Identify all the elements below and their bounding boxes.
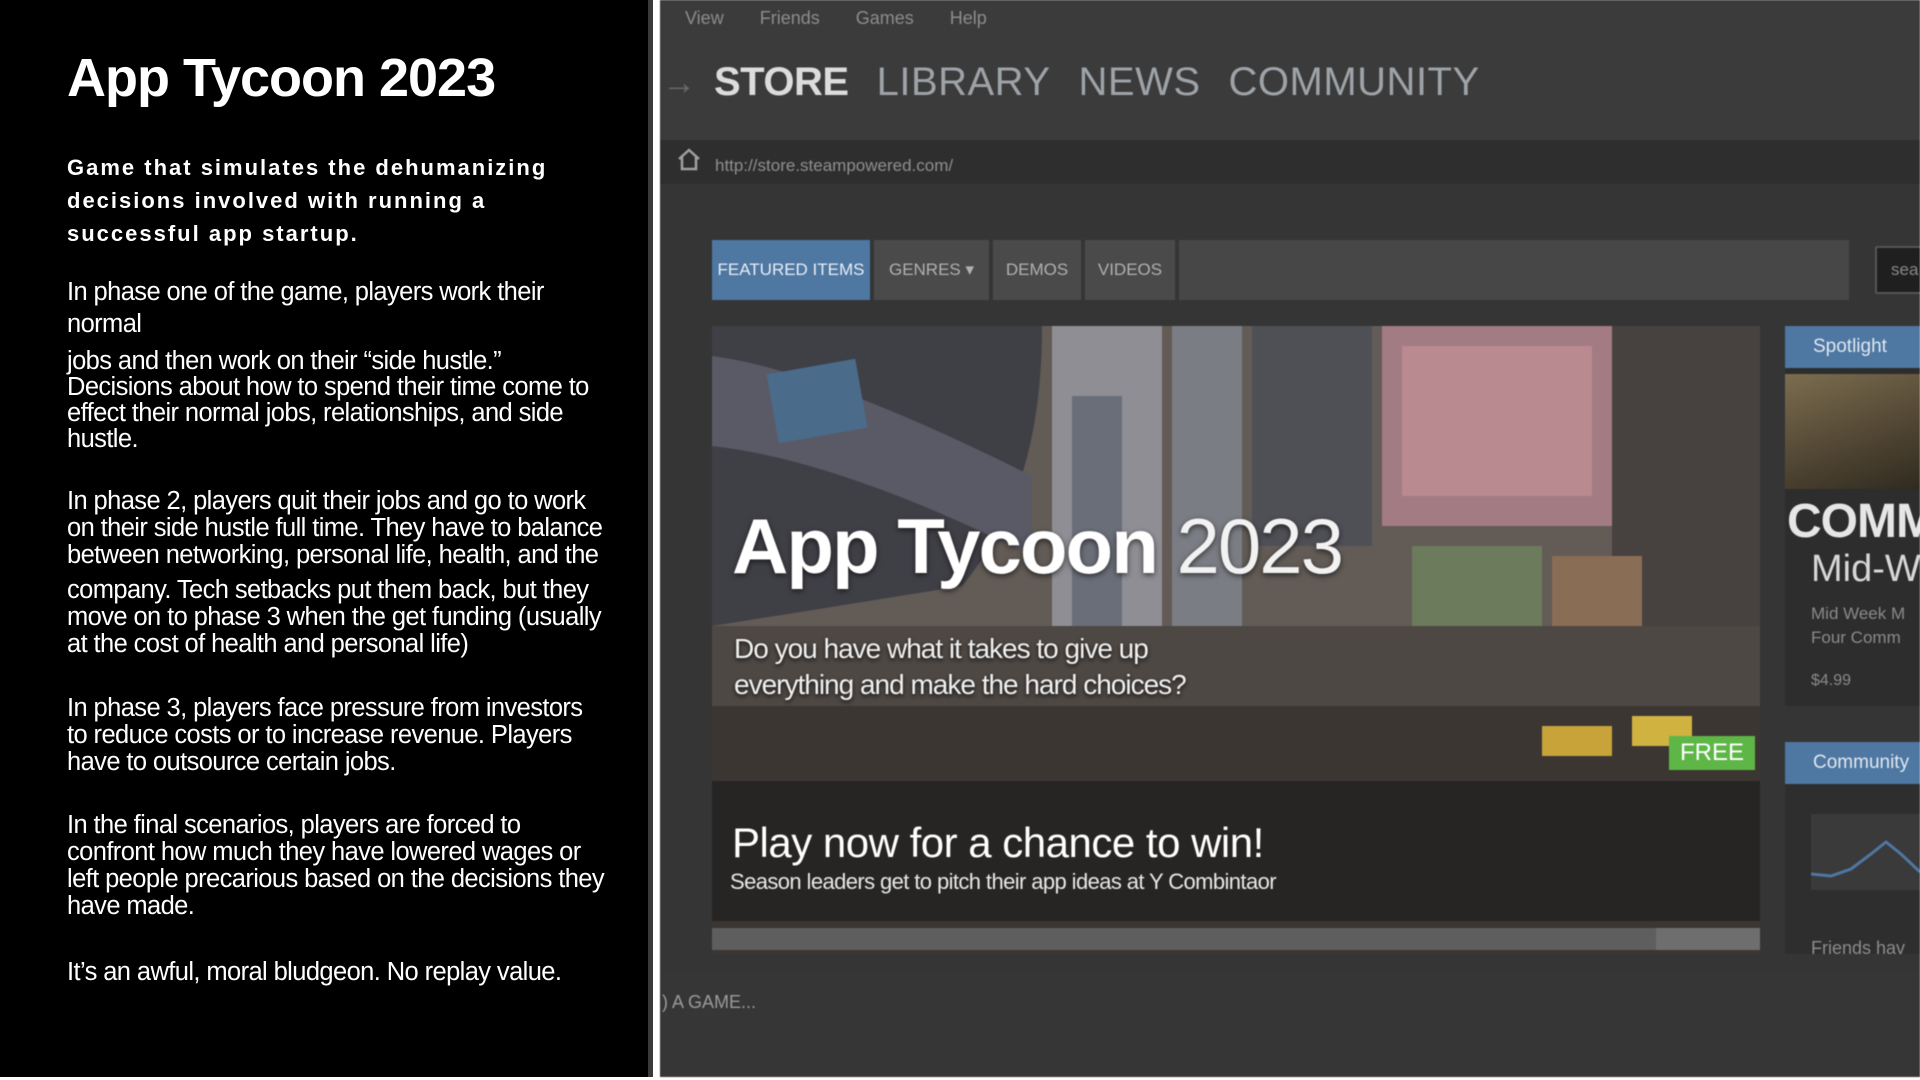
bottom-bar: ) A GAME... xyxy=(660,974,1920,1077)
paragraph-final: In the final scenarios, players are forc… xyxy=(67,811,605,920)
tab-featured-items[interactable]: FEATURED ITEMS xyxy=(712,240,870,300)
community-panel[interactable]: Community Friends hav xyxy=(1785,742,1920,958)
menu-bar: View Friends Games Help xyxy=(685,8,987,34)
banner-scrollbar[interactable] xyxy=(712,928,1760,950)
paragraph-phase-two-b: company. Tech setbacks put them back, bu… xyxy=(67,576,602,658)
tab-videos[interactable]: VIDEOS xyxy=(1085,240,1175,300)
spotlight-desc-line1: Mid Week M xyxy=(1811,604,1906,623)
spotlight-image xyxy=(1785,374,1920,489)
hero-title: App Tycoon 2023 xyxy=(732,501,1345,592)
paragraph-phase-one-b: jobs and then work on their “side hustle… xyxy=(67,347,589,453)
home-icon[interactable] xyxy=(676,146,702,172)
main-nav: STORE LIBRARY NEWS COMMUNITY xyxy=(714,60,1480,105)
community-friends-text: Friends hav xyxy=(1811,938,1906,958)
forward-arrow-icon[interactable]: → xyxy=(662,64,696,103)
spotlight-title: COMMA xyxy=(1787,495,1920,548)
tab-genres[interactable]: GENRES ▾ xyxy=(874,240,989,300)
hero-title-year: 2023 xyxy=(1156,502,1345,590)
spotlight-price: $4.99 xyxy=(1811,672,1852,689)
add-game-button[interactable]: ) A GAME... xyxy=(662,992,756,1013)
nav-community[interactable]: COMMUNITY xyxy=(1229,60,1480,105)
community-header: Community xyxy=(1785,742,1920,784)
menu-friends[interactable]: Friends xyxy=(760,8,820,34)
url-text: http://store.steampowered.com/ xyxy=(715,156,954,175)
paragraph-phase-one-a: In phase one of the game, players work t… xyxy=(67,278,544,338)
store-search-input[interactable]: sea xyxy=(1875,246,1920,294)
hero-caption-band: Play now for a chance to win! Season lea… xyxy=(712,781,1760,921)
spotlight-desc-line2: Four Comm xyxy=(1811,628,1901,647)
paragraph-verdict: It’s an awful, moral bludgeon. No replay… xyxy=(67,958,562,986)
free-badge: FREE xyxy=(1669,736,1755,770)
panel-subtitle: Game that simulates the dehumanizing dec… xyxy=(67,155,548,246)
nav-store[interactable]: STORE xyxy=(714,60,849,105)
description-panel: App Tycoon 2023 Game that simulates the … xyxy=(0,0,653,1077)
hero-title-name: App Tycoon xyxy=(732,502,1159,590)
url-bar: http://store.steampowered.com/ xyxy=(660,140,1920,184)
spotlight-header: Spotlight xyxy=(1785,326,1920,368)
hero-cta: Play now for a chance to win! xyxy=(732,819,1264,866)
hero-tagline: Do you have what it takes to give up eve… xyxy=(734,633,1187,700)
tab-demos[interactable]: DEMOS xyxy=(993,240,1081,300)
spotlight-panel[interactable]: Spotlight COMMA Mid-W Mid Week M Four Co… xyxy=(1785,326,1920,706)
paragraph-phase-three: In phase 3, players face pressure from i… xyxy=(67,694,583,776)
spotlight-subtitle: Mid-W xyxy=(1811,548,1920,590)
banner-scrollbar-thumb[interactable] xyxy=(1656,928,1760,950)
featured-banner[interactable]: App Tycoon 2023 Do you have what it take… xyxy=(712,326,1760,954)
menu-help[interactable]: Help xyxy=(950,8,987,34)
menu-view[interactable]: View xyxy=(685,8,724,34)
community-activity-graph xyxy=(1811,814,1920,890)
nav-news[interactable]: NEWS xyxy=(1079,60,1201,105)
menu-games[interactable]: Games xyxy=(856,8,914,34)
store-content: FEATURED ITEMS GENRES ▾ DEMOS VIDEOS sea xyxy=(660,184,1920,974)
panel-title: App Tycoon 2023 xyxy=(67,48,496,108)
paragraph-phase-two-a: In phase 2, players quit their jobs and … xyxy=(67,487,603,569)
hero-cta-subtitle: Season leaders get to pitch their app id… xyxy=(730,869,1277,894)
store-tabs: FEATURED ITEMS GENRES ▾ DEMOS VIDEOS sea xyxy=(712,240,1920,300)
tab-bar-fill xyxy=(1179,240,1849,300)
steam-client-window: View Friends Games Help → STORE LIBRARY … xyxy=(660,0,1920,1077)
nav-library[interactable]: LIBRARY xyxy=(877,60,1051,105)
